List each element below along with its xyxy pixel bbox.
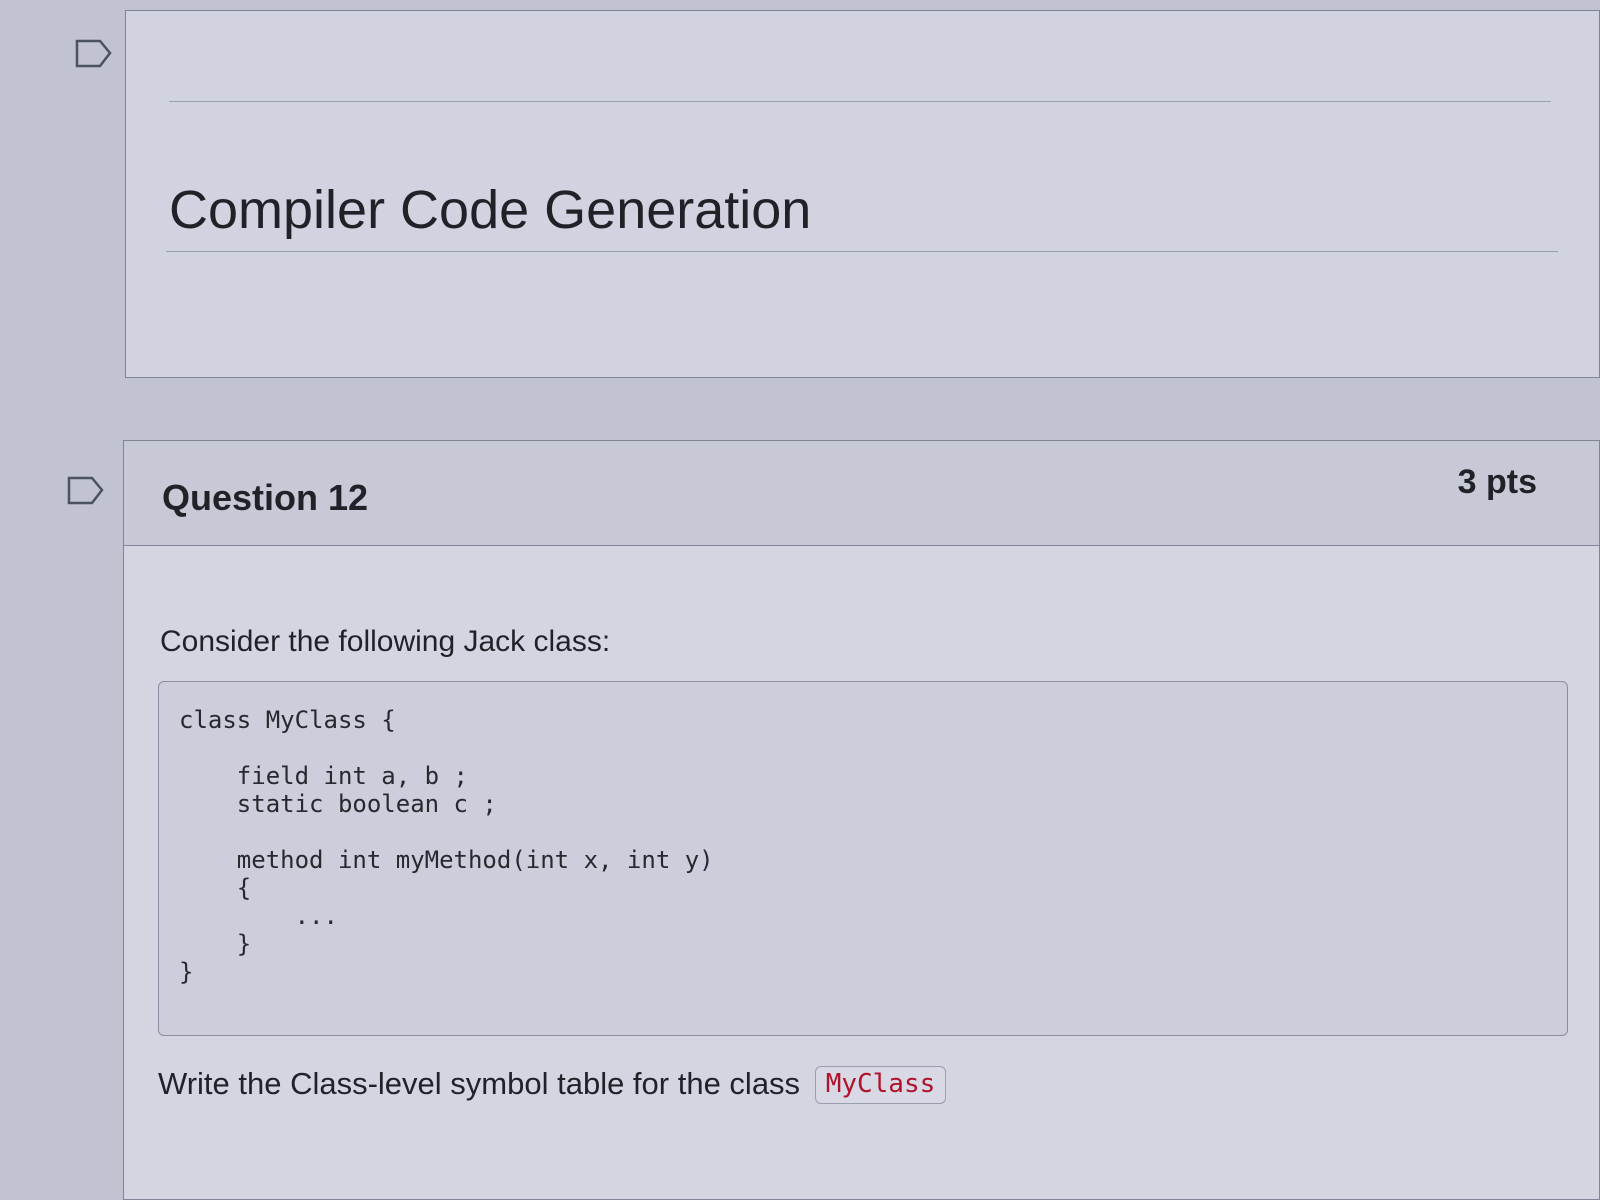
question-header: Question 12 3 pts xyxy=(124,441,1599,546)
code-block: class MyClass { field int a, b ; static … xyxy=(158,681,1568,1036)
flag-outline-icon xyxy=(75,39,112,68)
instruction-text: Write the Class-level symbol table for t… xyxy=(158,1066,801,1101)
divider xyxy=(166,251,1558,252)
text-header-panel: Compiler Code Generation xyxy=(125,10,1600,378)
flag-outline-icon xyxy=(67,476,104,505)
inline-code-class-name: MyClass xyxy=(814,1066,947,1104)
question-points: 3 pts xyxy=(1457,463,1537,501)
question-prompt: Consider the following Jack class: xyxy=(160,625,611,658)
question-instruction: Write the Class-level symbol table for t… xyxy=(158,1066,947,1104)
divider xyxy=(169,101,1551,102)
question-panel: Question 12 3 pts Consider the following… xyxy=(123,440,1600,1200)
section-title: Compiler Code Generation xyxy=(169,180,812,241)
code-text: class MyClass { field int a, b ; static … xyxy=(179,706,714,986)
flag-icon[interactable] xyxy=(74,38,114,70)
flag-question-icon[interactable] xyxy=(66,475,106,507)
question-title: Question 12 xyxy=(162,477,369,518)
